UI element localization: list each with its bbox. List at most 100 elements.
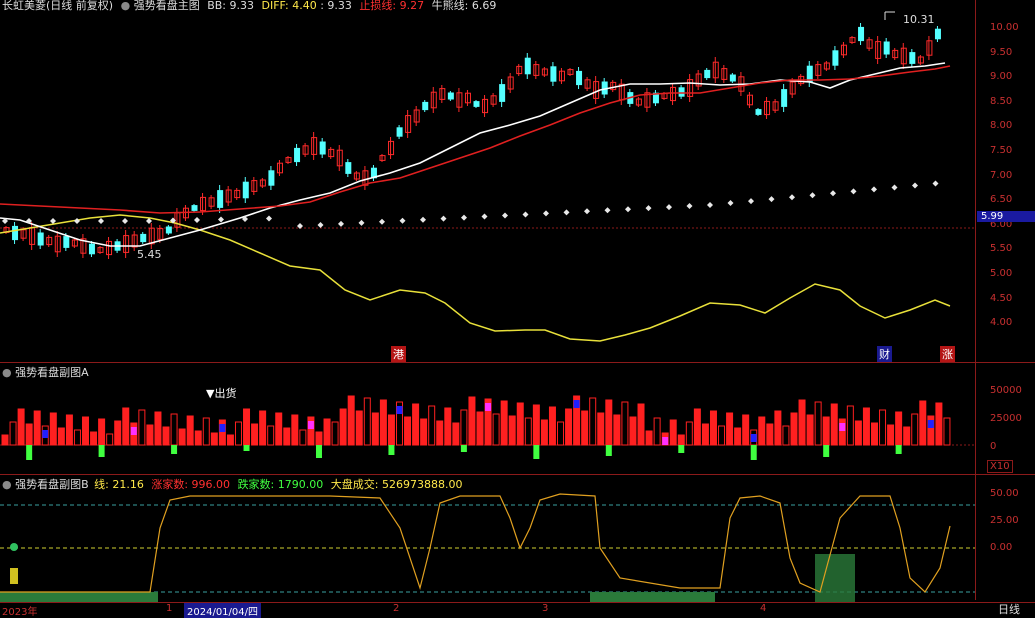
volume-bar-neg [315, 445, 322, 458]
sub-b-chart[interactable] [0, 488, 975, 602]
volume-bar-neg [388, 445, 395, 455]
volume-bar [822, 416, 830, 446]
candle-body [524, 57, 531, 75]
volume-bar [709, 410, 717, 446]
volume-bar [589, 397, 597, 446]
current-price-flag: 5.99 [977, 211, 1035, 222]
main-chart[interactable]: 10.31 5.45 [0, 8, 975, 364]
candle-body [576, 70, 583, 86]
volume-bar-mark [485, 403, 492, 411]
diamond-marker [98, 218, 104, 224]
sub-b-y-tick: 25.00 [990, 515, 1019, 526]
volume-bar [605, 399, 613, 446]
tag-cai[interactable]: 财 [877, 346, 892, 362]
volume-bar [331, 421, 339, 446]
volume-bar-mark [662, 437, 669, 445]
volume-bar [870, 422, 878, 446]
diamond-marker [317, 221, 324, 228]
volume-bar [806, 414, 814, 446]
diamond-marker [543, 210, 549, 217]
candle-body [165, 226, 172, 234]
diamond-marker [218, 216, 224, 223]
main-y-tick: 7.00 [990, 169, 1013, 181]
volume-bar-neg [823, 445, 830, 457]
volume-bar [895, 411, 903, 446]
candle-body [447, 92, 454, 100]
x-axis: 2023年 1 2024/01/04/四 2 3 4 日线 [0, 601, 1035, 618]
volume-bar [371, 412, 379, 446]
volume-bar [935, 402, 943, 446]
volume-bar [194, 430, 202, 446]
volume-bar [138, 409, 146, 446]
volume-bar-neg [605, 445, 612, 456]
main-y-tick: 8.50 [990, 95, 1013, 107]
volume-bar [862, 407, 870, 446]
volume-bar [669, 419, 677, 446]
candle-body [858, 26, 865, 42]
volume-bar [428, 405, 436, 446]
candle-body [704, 69, 711, 79]
volume-bar [846, 405, 854, 446]
period-label[interactable]: 日线 [998, 601, 1020, 617]
candle-body [63, 236, 70, 248]
candle-body [12, 225, 19, 241]
diamond-marker [789, 194, 795, 201]
volume-bar-mark [130, 427, 137, 435]
diamond-marker [358, 219, 365, 226]
volume-bar [355, 410, 363, 446]
volume-bar [420, 418, 428, 446]
diamond-marker [748, 198, 754, 205]
volume-bar [387, 414, 395, 446]
candle-body [37, 232, 44, 246]
sub-b-y-tick: 50.00 [990, 488, 1019, 499]
volume-bar [436, 420, 444, 446]
candle-body [242, 181, 249, 199]
volume-bar [412, 403, 420, 446]
volume-bar-neg [98, 445, 105, 457]
volume-bar [452, 422, 460, 446]
volume-bar [468, 396, 476, 446]
diamond-trail [2, 180, 939, 229]
main-y-tick: 5.50 [990, 243, 1013, 255]
volume-bar [798, 399, 806, 446]
volume-bar-neg [460, 445, 467, 452]
volume-bar [613, 414, 621, 446]
tag-gang[interactable]: 港 [391, 346, 406, 362]
main-y-tick: 5.00 [990, 268, 1013, 279]
volume-bar [65, 414, 73, 446]
volume-bar-mark [42, 430, 49, 438]
high-price-label: 10.31 [903, 13, 935, 26]
volume-bar-neg [678, 445, 685, 453]
main-y-tick: 6.50 [990, 194, 1013, 206]
volume-bar [854, 420, 862, 446]
candle-body [678, 87, 685, 97]
volume-bar-neg [895, 445, 902, 454]
multiplier-label: X10 [987, 460, 1013, 473]
volume-bar [186, 415, 194, 446]
volume-bar [830, 403, 838, 446]
candle-body [140, 233, 147, 243]
volume-bar [742, 414, 750, 446]
volume-bar [1, 434, 9, 446]
volume-bar [98, 418, 106, 446]
candle-body [191, 205, 198, 211]
volume-bar [218, 419, 226, 446]
x-label-3: 3 [542, 603, 549, 614]
volume-bar [597, 412, 605, 446]
tag-zhang[interactable]: 涨 [940, 346, 955, 362]
sub-a-chart[interactable] [0, 376, 975, 474]
volume-bar [645, 430, 653, 446]
volume-bar [226, 434, 234, 446]
volume-bar [637, 403, 645, 446]
volume-bar [122, 407, 130, 446]
sub-a-y-tick: 0 [990, 441, 997, 452]
volume-bar [234, 421, 242, 446]
volume-bar-mark [219, 424, 226, 432]
main-y-tick: 4.00 [990, 317, 1013, 329]
candle-body [345, 162, 352, 174]
volume-bar [347, 395, 355, 446]
volume-bar [106, 433, 114, 446]
candle-body [934, 28, 941, 40]
volume-bar [685, 421, 693, 446]
volume-bar [693, 408, 701, 446]
